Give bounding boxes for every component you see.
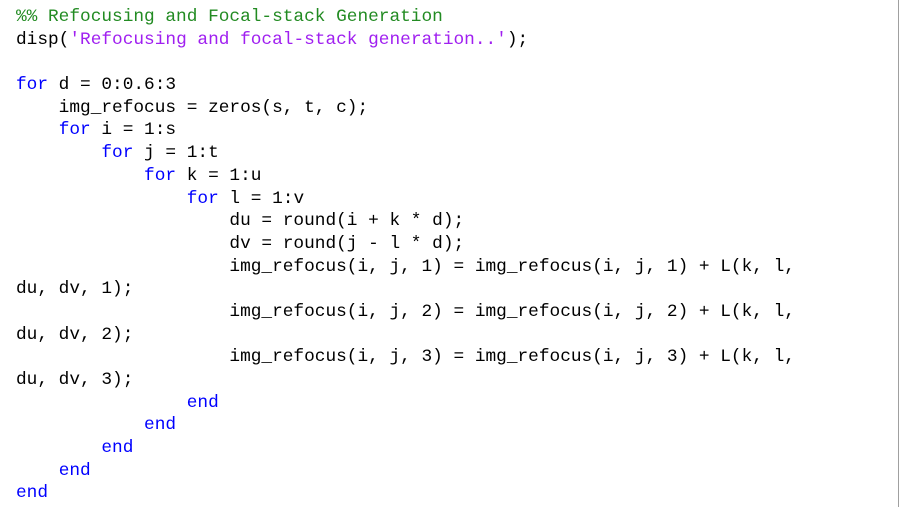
code-keyword: for bbox=[144, 165, 177, 186]
code-keyword: for bbox=[58, 120, 91, 141]
code-line: img_refocus(i, j, 3) = img_refocus(i, j,… bbox=[16, 346, 795, 369]
code-keyword: end bbox=[144, 415, 177, 436]
code-keyword: end bbox=[186, 392, 219, 413]
code-line: end bbox=[16, 414, 795, 437]
code-line: dv = round(j - l * d); bbox=[16, 233, 795, 256]
code-line: end bbox=[16, 437, 795, 460]
code-keyword: for bbox=[186, 188, 219, 209]
code-line: end bbox=[16, 460, 795, 483]
code-keyword: end bbox=[16, 483, 49, 504]
code-text: k = 1:u bbox=[176, 165, 262, 186]
code-editor[interactable]: %% Refocusing and Focal-stack Generation… bbox=[0, 0, 899, 507]
code-line: disp('Refocusing and focal-stack generat… bbox=[16, 29, 795, 52]
code-line: for k = 1:u bbox=[16, 165, 795, 188]
code-line: for j = 1:t bbox=[16, 142, 795, 165]
code-keyword: end bbox=[101, 438, 134, 459]
code-text: disp( bbox=[16, 29, 70, 50]
code-line: for l = 1:v bbox=[16, 188, 795, 211]
code-line: ​ bbox=[16, 51, 795, 74]
code-text: dv = round(j - l * d); bbox=[16, 233, 465, 254]
code-text: du, dv, 3); bbox=[16, 370, 134, 390]
code-text: j = 1:t bbox=[133, 143, 219, 164]
code-line: img_refocus(i, j, 2) = img_refocus(i, j,… bbox=[16, 301, 795, 324]
code-line: for d = 0:0.6:3 bbox=[16, 74, 795, 97]
code-text: ); bbox=[506, 29, 529, 50]
code-text: d = 0:0.6:3 bbox=[48, 75, 177, 96]
code-line: du, dv, 3); bbox=[16, 369, 795, 392]
code-line: for i = 1:s bbox=[16, 119, 795, 142]
code-text: i = 1:s bbox=[90, 120, 177, 141]
code-text: img_refocus(i, j, 1) = img_refocus(i, j,… bbox=[16, 256, 795, 277]
code-text: du, dv, 1); bbox=[16, 279, 134, 300]
code-comment: %% Refocusing and Focal-stack Generation bbox=[16, 7, 443, 27]
code-text: du, dv, 2); bbox=[16, 324, 134, 345]
code-text: img_refocus = zeros(s, t, c); bbox=[16, 97, 369, 118]
code-text: l = 1:v bbox=[218, 188, 305, 209]
code-line: end bbox=[16, 392, 795, 415]
code-line: end bbox=[16, 482, 795, 505]
code-string: 'Refocusing and focal-stack generation..… bbox=[69, 29, 507, 50]
code-keyword: for bbox=[101, 143, 134, 164]
code-listing[interactable]: %% Refocusing and Focal-stack Generation… bbox=[16, 6, 795, 505]
code-text: img_refocus(i, j, 3) = img_refocus(i, j,… bbox=[16, 347, 795, 368]
code-line: du, dv, 2); bbox=[16, 324, 795, 347]
code-line: img_refocus(i, j, 1) = img_refocus(i, j,… bbox=[16, 256, 795, 279]
code-keyword: end bbox=[58, 460, 91, 481]
code-line: du, dv, 1); bbox=[16, 278, 795, 301]
code-text: du = round(i + k * d); bbox=[16, 211, 465, 232]
code-text: img_refocus(i, j, 2) = img_refocus(i, j,… bbox=[16, 301, 795, 322]
code-line: img_refocus = zeros(s, t, c); bbox=[16, 97, 795, 120]
code-line: du = round(i + k * d); bbox=[16, 210, 795, 233]
code-keyword: for bbox=[16, 75, 49, 96]
code-line: %% Refocusing and Focal-stack Generation bbox=[16, 6, 795, 29]
